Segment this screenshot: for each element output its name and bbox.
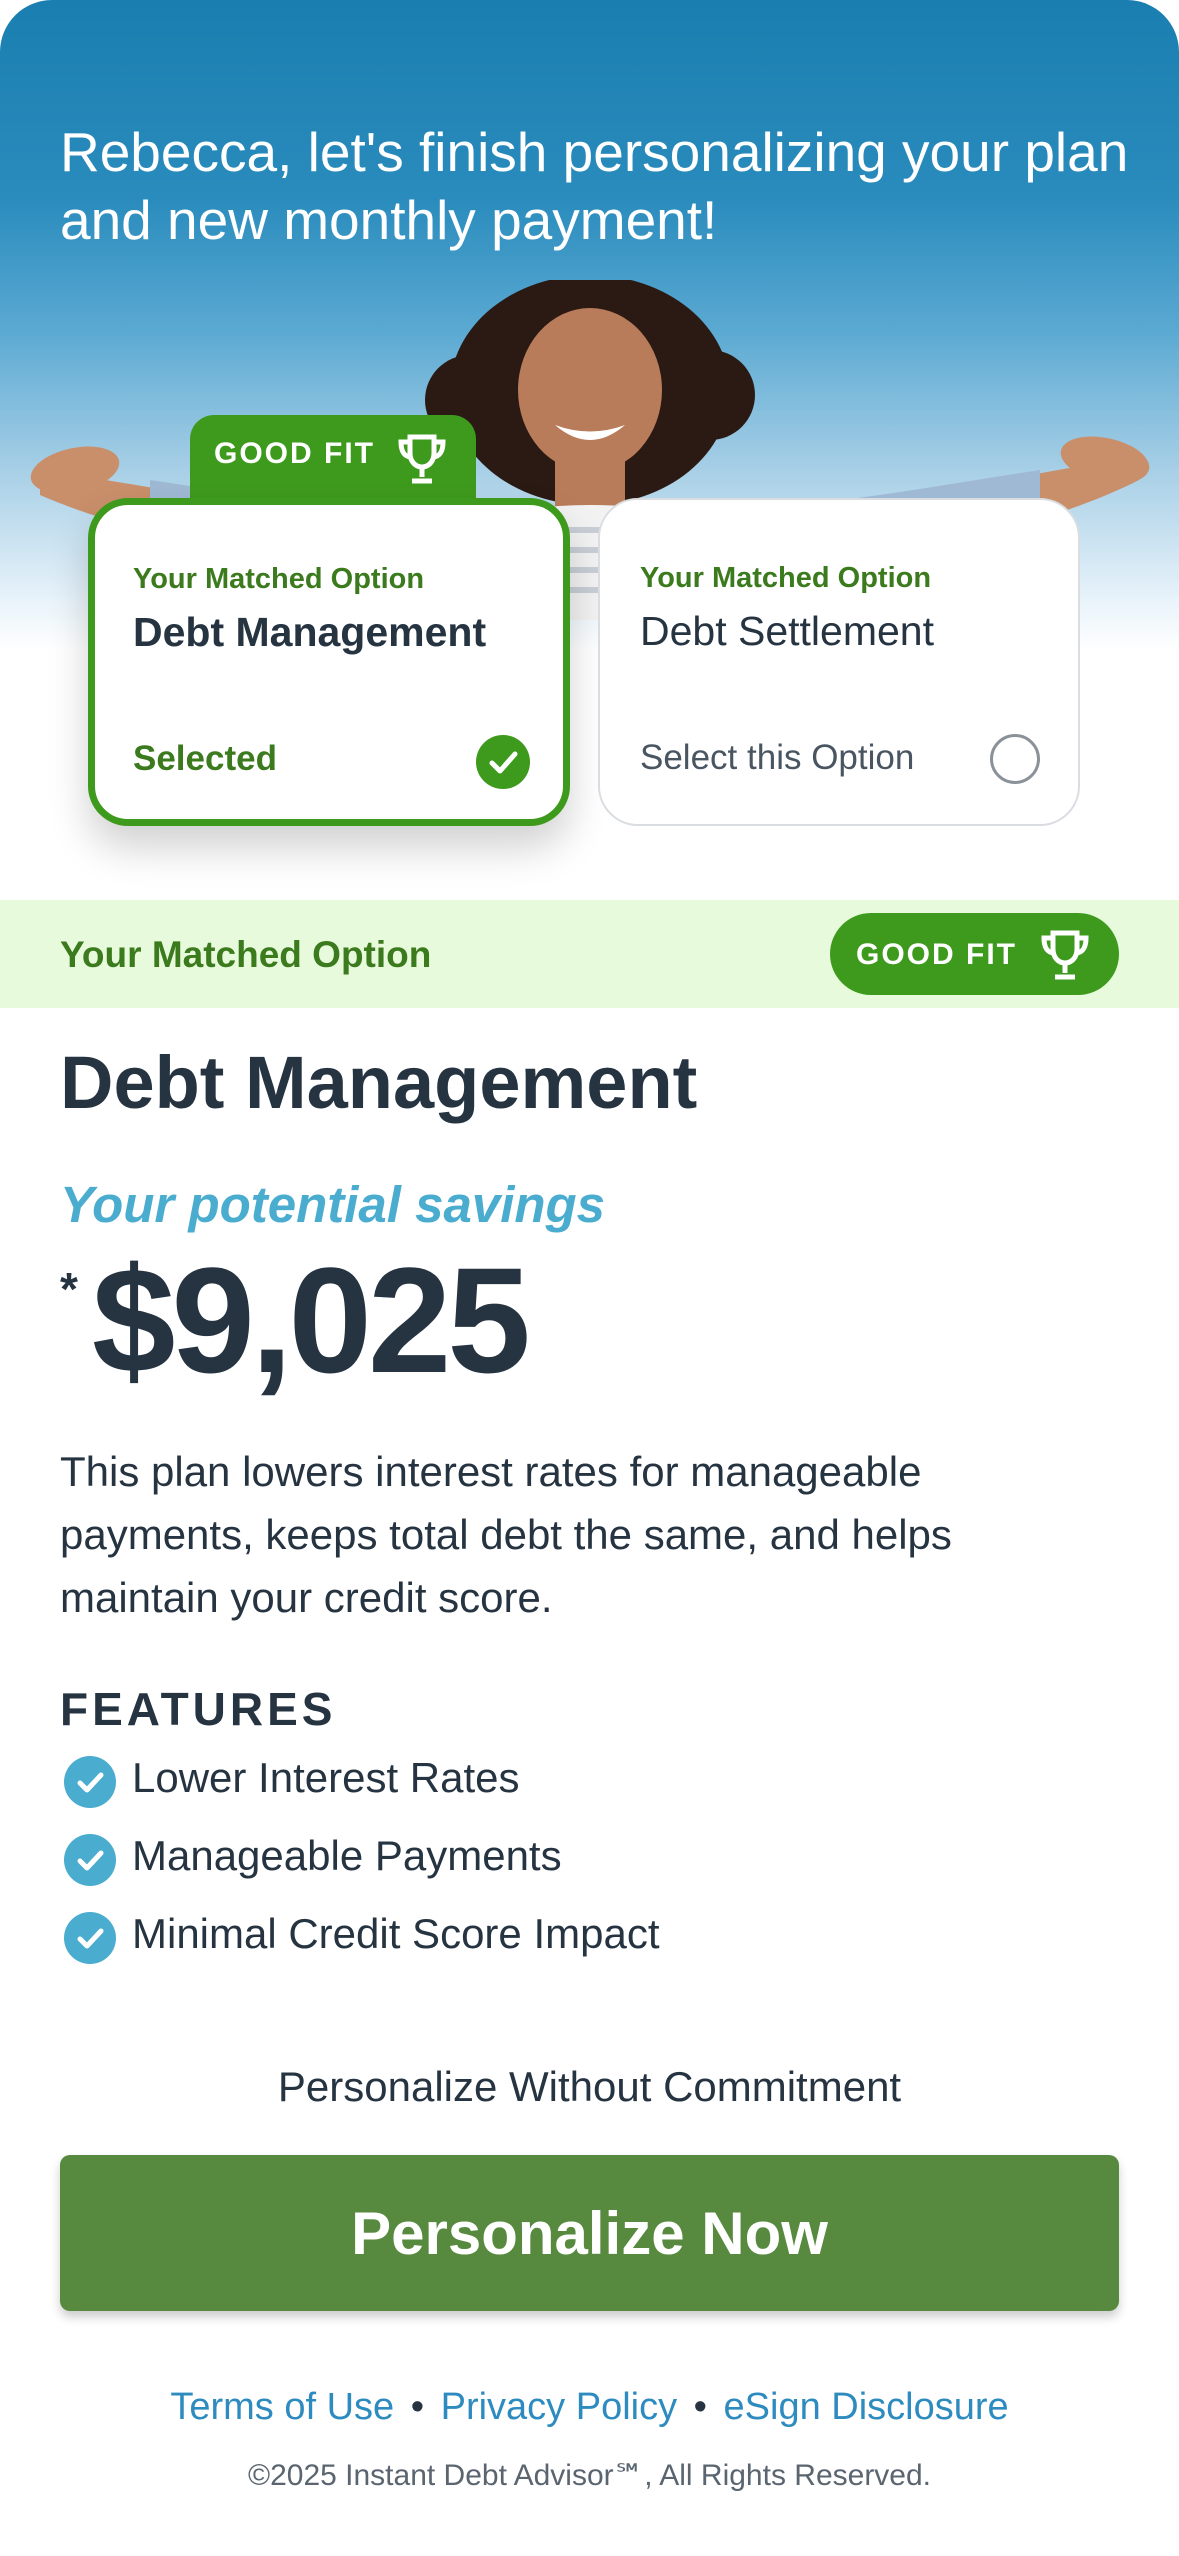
- footer-links: Terms of Use • Privacy Policy • eSign Di…: [0, 2386, 1179, 2429]
- savings-amount: $9,025: [92, 1236, 531, 1404]
- radio-icon[interactable]: [990, 734, 1040, 784]
- feature-label: Lower Interest Rates: [132, 1754, 520, 1801]
- good-fit-label: GOOD FIT: [856, 938, 1017, 971]
- no-commitment-note: Personalize Without Commitment: [277, 2063, 902, 2110]
- feature-label: Minimal Credit Score Impact: [132, 1910, 660, 1957]
- check-circle-icon: [64, 1912, 116, 1964]
- trophy-icon: [1041, 930, 1089, 980]
- feature-label: Manageable Payments: [132, 1832, 562, 1879]
- hero-title: Rebecca, let's finish personalizing your…: [60, 121, 1129, 251]
- option-status: Select this Option: [640, 738, 915, 777]
- check-circle-icon: [64, 1756, 116, 1808]
- plan-title: Debt Management: [60, 1041, 698, 1124]
- option-sub-label: Your Matched Option: [133, 563, 425, 595]
- copyright-text: ©2025 Instant Debt Advisor℠, All Rights …: [247, 2459, 932, 2492]
- footer-separator: •: [693, 2386, 707, 2428]
- esign-disclosure-link[interactable]: eSign Disclosure: [724, 2386, 1009, 2428]
- option-status: Selected: [133, 739, 277, 778]
- good-fit-badge: GOOD FIT: [830, 913, 1119, 995]
- option-card-debt-management[interactable]: Your Matched Option Debt Management Sele…: [88, 498, 570, 826]
- footer-separator: •: [410, 2386, 425, 2428]
- good-fit-label: GOOD FIT: [214, 437, 375, 470]
- terms-of-use-link[interactable]: Terms of Use: [170, 2386, 394, 2428]
- personalize-now-button[interactable]: Personalize Now: [60, 2155, 1119, 2311]
- savings-label: Your potential savings: [60, 1176, 606, 1233]
- option-title: Debt Settlement: [640, 608, 934, 654]
- option-sub-label: Your Matched Option: [640, 562, 932, 594]
- trophy-icon: [398, 434, 446, 484]
- features-heading: FEATURES: [60, 1683, 337, 1735]
- good-fit-tab: GOOD FIT: [190, 415, 476, 509]
- selected-check-icon: [476, 735, 530, 789]
- matched-option-label: Your Matched Option: [60, 934, 432, 975]
- option-title: Debt Management: [133, 609, 487, 655]
- hero-banner: Rebecca, let's finish personalizing your…: [0, 0, 1179, 900]
- savings-asterisk: *: [60, 1263, 78, 1315]
- plan-description: This plan lowers interest rates for mana…: [60, 1448, 952, 1621]
- privacy-policy-link[interactable]: Privacy Policy: [441, 2386, 678, 2428]
- option-card-debt-settlement[interactable]: Your Matched Option Debt Settlement Sele…: [598, 498, 1080, 826]
- matched-option-strip: Your Matched Option GOOD FIT: [0, 900, 1179, 1008]
- check-circle-icon: [64, 1834, 116, 1886]
